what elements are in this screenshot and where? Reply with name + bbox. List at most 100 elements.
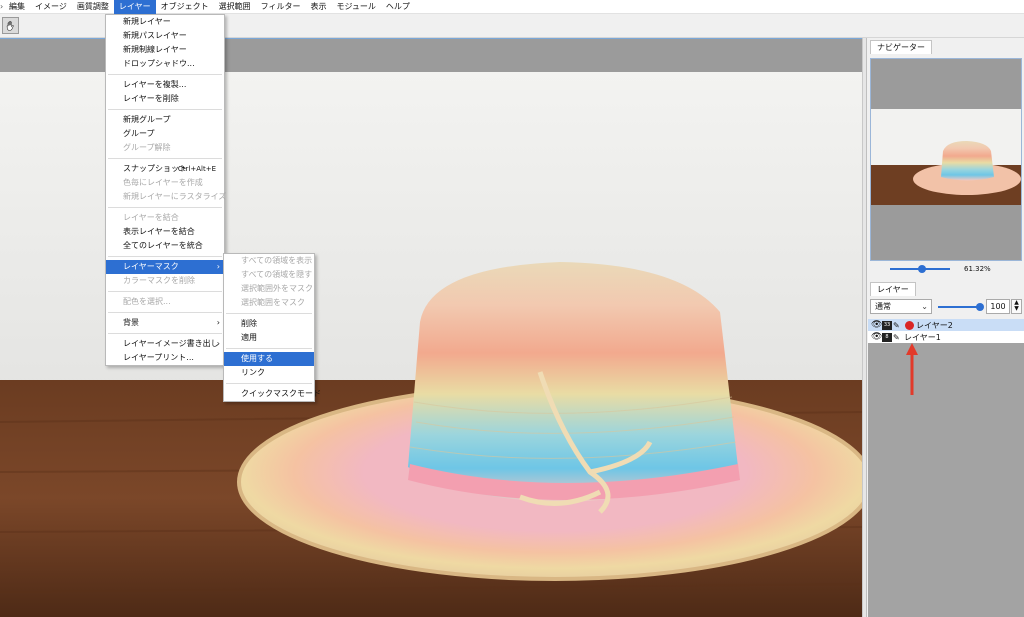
- layer-menu-item[interactable]: スナップショット Ctrl+Alt+E: [106, 162, 224, 176]
- layer-menu-item[interactable]: レイヤーマスク ›: [106, 260, 224, 274]
- zoom-row: 61.32%: [870, 262, 1022, 276]
- layer-row-1[interactable]: 👁 8 ✎ レイヤー1: [868, 331, 1024, 343]
- menu-help[interactable]: ヘルプ: [381, 0, 415, 14]
- mask-submenu-item-label: 選択範囲外をマスク: [241, 284, 313, 293]
- pencil-icon: ✎: [893, 332, 900, 342]
- layer-menu-item[interactable]: レイヤーイメージ書き出し ›: [106, 337, 224, 351]
- layer-menu-item[interactable]: レイヤーを複製...: [106, 78, 224, 92]
- layer-thumbnail: 33: [882, 320, 892, 330]
- navigator-thumbnail: [871, 109, 1021, 205]
- menu-filter[interactable]: フィルター: [256, 0, 306, 14]
- layer-menu-item[interactable]: 新規グループ: [106, 113, 224, 127]
- mask-submenu-item-label: リンク: [241, 368, 265, 377]
- tab-layers[interactable]: レイヤー: [870, 282, 916, 296]
- layer-menu-item-label: レイヤーを削除: [123, 94, 179, 103]
- mask-submenu-item: 選択範囲外をマスク: [224, 282, 314, 296]
- layer-menu-item-label: レイヤーを複製...: [123, 80, 187, 89]
- photo-editor-window: › 編集 イメージ 画質調整 レイヤー オブジェクト 選択範囲 フィルター 表示…: [0, 0, 1024, 617]
- mask-submenu-item-label: すべての領域を表示: [241, 256, 313, 265]
- menu-separator: [226, 383, 312, 384]
- layer-name: レイヤー2: [916, 320, 953, 330]
- chevron-right-icon: ›: [216, 318, 220, 327]
- layer-menu-item: 新規レイヤーにラスタライズ: [106, 190, 227, 204]
- menu-layer[interactable]: レイヤー: [113, 0, 156, 14]
- mask-submenu-item[interactable]: 削除: [224, 317, 314, 331]
- layer-menu-item[interactable]: レイヤーを削除: [106, 92, 224, 106]
- layer-menu-item[interactable]: 全てのレイヤーを統合: [106, 239, 224, 253]
- menu-module[interactable]: モジュール: [331, 0, 380, 14]
- hand-tool-button[interactable]: [2, 17, 19, 34]
- menu-object[interactable]: オブジェクト: [156, 0, 214, 14]
- zoom-level: 61.32%: [964, 265, 991, 273]
- layer-menu-item-label: 新規レイヤーにラスタライズ: [123, 192, 227, 201]
- menu-separator: [108, 158, 222, 159]
- mask-submenu-item[interactable]: リンク: [224, 366, 314, 380]
- blend-mode-select[interactable]: 通常 ⌄: [870, 299, 932, 314]
- menu-adjust[interactable]: 画質調整: [72, 0, 114, 14]
- layer-menu-item[interactable]: 新規パスレイヤー: [106, 29, 224, 43]
- layer-menu-item-label: レイヤーイメージ書き出し: [123, 339, 219, 348]
- layer-menu-item-label: ドロップシャドウ...: [123, 59, 195, 68]
- layer-menu-item: レイヤーを結合: [106, 211, 224, 225]
- layer-menu-item[interactable]: 新規制線レイヤー: [106, 43, 224, 57]
- layer-menu-item-label: レイヤープリント...: [123, 353, 194, 362]
- layer-menu-item[interactable]: ドロップシャドウ...: [106, 57, 224, 71]
- layer-menu-item-label: 新規レイヤー: [123, 17, 171, 26]
- annotation-arrow-icon: [906, 343, 918, 395]
- shortcut-label: Ctrl+Alt+E: [177, 165, 216, 173]
- opacity-spinner[interactable]: ▲ ▼: [1011, 299, 1022, 314]
- menu-view[interactable]: 表示: [305, 0, 331, 14]
- layer-menu-item-label: レイヤーマスク: [123, 262, 179, 271]
- mask-submenu-item[interactable]: 適用: [224, 331, 314, 345]
- zoom-slider-thumb[interactable]: [918, 265, 927, 273]
- mask-submenu-item: すべての領域を隠す: [224, 268, 314, 282]
- layer-menu-item[interactable]: 新規レイヤー: [106, 15, 224, 29]
- mask-submenu-item-label: 選択範囲をマスク: [241, 298, 305, 307]
- right-panel: ナビゲーター 61.32% レイヤー 通常 ⌄ 100 ▲ ▼ 👁 33 ✎ レ…: [866, 38, 1024, 617]
- layer-menu-item-label: 表示レイヤーを結合: [123, 227, 195, 236]
- eye-icon[interactable]: 👁: [871, 320, 882, 330]
- layer-menu-item: 色毎にレイヤーを作成: [106, 176, 224, 190]
- layers-list: 👁 33 ✎ レイヤー2 👁 8 ✎ レイヤー1: [868, 319, 1024, 617]
- layer-menu-item-label: グループ解除: [123, 143, 171, 152]
- hand-icon: [6, 20, 14, 31]
- layer-menu-item: 配色を選択...: [106, 295, 224, 309]
- layer-menu: 新規レイヤー新規パスレイヤー新規制線レイヤー ドロップシャドウ... レイヤーを複製…: [105, 14, 227, 366]
- menu-edit[interactable]: 編集: [4, 0, 30, 14]
- menu-separator: [108, 256, 222, 257]
- tab-navigator[interactable]: ナビゲーター: [870, 40, 932, 54]
- mask-submenu-item[interactable]: クイックマスクモード: [224, 387, 321, 401]
- layer-menu-item-label: 全てのレイヤーを統合: [123, 241, 203, 250]
- menu-image[interactable]: イメージ: [30, 0, 72, 14]
- menu-bar: › 編集 イメージ 画質調整 レイヤー オブジェクト 選択範囲 フィルター 表示…: [0, 0, 1024, 14]
- layer-menu-item[interactable]: グループ: [106, 127, 224, 141]
- layer-mask-icon[interactable]: [905, 320, 914, 330]
- mask-submenu-item[interactable]: 使用する: [224, 352, 314, 366]
- layer-row-2[interactable]: 👁 33 ✎ レイヤー2: [868, 319, 1024, 331]
- menu-separator: [108, 333, 222, 334]
- mask-submenu-item-label: 使用する: [241, 354, 273, 363]
- layer-mask-submenu: すべての領域を表示すべての領域を隠す選択範囲外をマスク 選択範囲をマスク削除適用使…: [223, 253, 321, 402]
- opacity-slider-thumb[interactable]: [976, 303, 984, 311]
- menu-separator: [226, 313, 312, 314]
- eye-icon[interactable]: 👁: [871, 332, 882, 342]
- navigator-preview[interactable]: [870, 58, 1022, 261]
- layer-menu-item-label: 色毎にレイヤーを作成: [123, 178, 203, 187]
- mask-submenu-item: 選択範囲をマスク: [224, 296, 314, 310]
- layer-menu-item-label: グループ: [123, 129, 155, 138]
- layer-menu-item-label: 背景: [123, 318, 139, 327]
- chevron-down-icon: ⌄: [921, 302, 928, 311]
- mask-submenu-item: すべての領域を表示: [224, 254, 314, 268]
- layer-menu-item[interactable]: 背景 ›: [106, 316, 224, 330]
- layer-menu-item-label: 新規制線レイヤー: [123, 45, 187, 54]
- layer-menu-item[interactable]: 表示レイヤーを結合: [106, 225, 224, 239]
- opacity-input[interactable]: 100: [986, 299, 1010, 314]
- blend-mode-value: 通常: [875, 302, 891, 311]
- pencil-icon: ✎: [893, 320, 900, 330]
- menu-separator: [108, 109, 222, 110]
- mask-submenu-item-label: 適用: [241, 333, 257, 342]
- menu-select[interactable]: 選択範囲: [214, 0, 256, 14]
- opacity-slider[interactable]: [938, 306, 980, 308]
- layer-menu-item[interactable]: レイヤープリント...: [106, 351, 224, 365]
- layer-tools: 通常 ⌄ 100 ▲ ▼: [870, 298, 1022, 316]
